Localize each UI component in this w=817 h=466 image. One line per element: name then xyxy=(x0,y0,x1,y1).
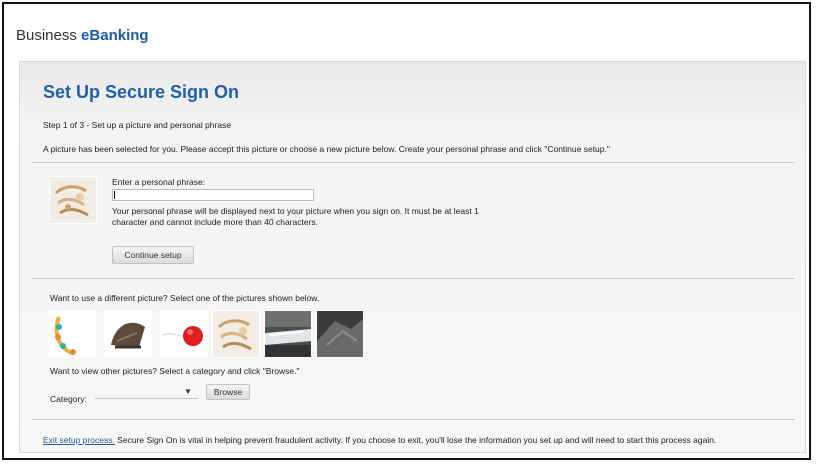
red-ball-picture-icon xyxy=(161,311,207,357)
personal-phrase-input[interactable] xyxy=(112,189,314,201)
necklace-picture-icon xyxy=(49,311,95,357)
phrase-help-text: Your personal phrase will be displayed n… xyxy=(112,206,479,227)
setup-panel: Set Up Secure Sign On Step 1 of 3 - Set … xyxy=(19,61,806,453)
picture-option-rock[interactable] xyxy=(316,310,364,358)
divider xyxy=(32,162,795,163)
jewelry-picture-icon xyxy=(213,311,259,357)
picture-option-necklace[interactable] xyxy=(48,310,96,358)
page-title: Set Up Secure Sign On xyxy=(43,82,240,102)
continue-setup-button[interactable]: Continue setup xyxy=(112,246,194,264)
exit-notice: Exit setup process. Secure Sign On is vi… xyxy=(43,435,803,445)
picture-option-knit-cap[interactable] xyxy=(104,310,152,358)
rock-picture-icon xyxy=(317,311,363,357)
different-picture-text: Want to use a different picture? Select … xyxy=(50,293,320,303)
picture-option-red-ball[interactable] xyxy=(160,310,208,358)
picture-option-jewelry[interactable] xyxy=(212,310,260,358)
step-text: Step 1 of 3 - Set up a picture and perso… xyxy=(43,120,232,130)
exit-setup-link[interactable]: Exit setup process. xyxy=(43,435,115,445)
waterfall-picture-icon xyxy=(265,311,311,357)
window-frame: Business eBanking Set Up Secure Sign On … xyxy=(2,2,811,460)
exit-notice-text: Secure Sign On is vital in helping preve… xyxy=(114,435,717,445)
knit-cap-picture-icon xyxy=(105,311,151,357)
chevron-down-icon[interactable]: ▼ xyxy=(184,387,192,396)
app-title-prefix: Business xyxy=(16,27,82,44)
phrase-label: Enter a personal phrase: xyxy=(112,177,206,187)
intro-text: A picture has been selected for you. Ple… xyxy=(43,144,610,154)
jewelry-picture-icon xyxy=(50,177,96,223)
browse-button[interactable]: Browse xyxy=(206,384,250,400)
divider xyxy=(32,278,795,279)
app-title-brand: eBanking xyxy=(81,27,149,44)
view-other-text: Want to view other pictures? Select a ca… xyxy=(50,366,300,376)
picture-option-waterfall[interactable] xyxy=(264,310,312,358)
divider xyxy=(32,419,795,420)
selected-picture xyxy=(49,176,97,224)
text-caret xyxy=(114,191,115,199)
app-title: Business eBanking xyxy=(16,27,149,44)
category-select[interactable] xyxy=(95,384,198,399)
category-label: Category: xyxy=(50,394,87,404)
